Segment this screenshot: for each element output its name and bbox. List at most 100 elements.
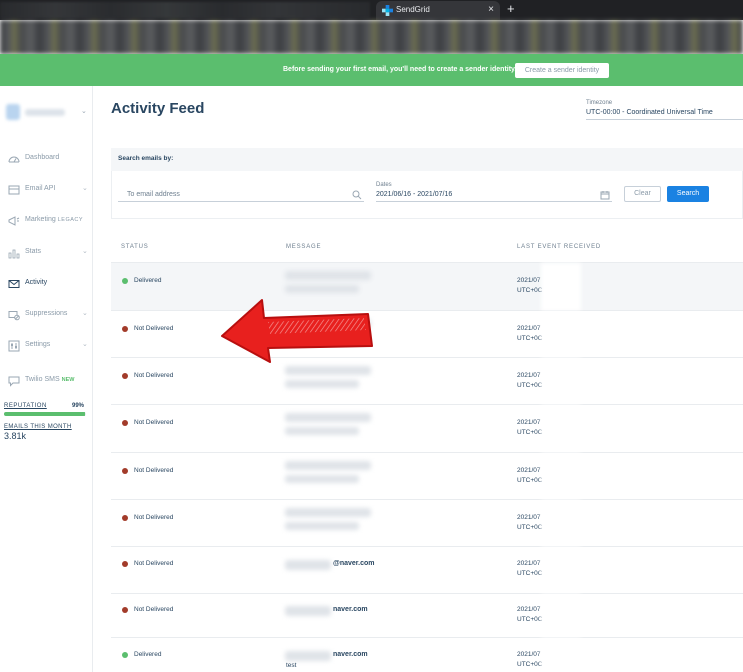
search-icon[interactable] [352,190,362,200]
status-dot-icon [122,468,128,474]
table-row[interactable]: Not Delivered naver.com 2021/07 UTC+0C [111,593,743,638]
sidebar-item-label: Twilio SMS NEW [25,376,74,383]
sidebar-item-label: Dashboard [25,154,60,161]
table-row[interactable]: Not Delivered 2021/07 UTC+0C [111,357,743,405]
column-header-last-event: LAST EVENT RECEIVED [517,244,602,250]
message-blurred [285,651,331,661]
message-blurred [285,427,359,435]
table-row[interactable]: Delivered 2021/07 UTC+0C [111,262,743,311]
sidebar-item-stats[interactable]: Stats ⌄ [8,245,92,261]
twilio-sms-label: Twilio SMS [25,376,60,383]
account-name-blurred [25,109,65,116]
event-timezone: UTC+0C [517,477,543,484]
sidebar-item-twilio-sms[interactable]: Twilio SMS NEW [8,373,92,389]
status-dot-icon [122,420,128,426]
redaction-strip [541,311,581,358]
redaction-strip [541,594,581,638]
message-recipient[interactable]: naver.com [333,606,368,613]
status-dot-icon [122,373,128,379]
status-text: Not Delivered [134,606,174,613]
search-button[interactable]: Search [667,186,709,202]
message-recipient[interactable]: @naver.com [333,560,374,567]
tab-close-button[interactable]: × [488,4,494,16]
redaction-strip [541,547,581,594]
redaction-strip [541,263,581,311]
event-date: 2021/07 [517,560,541,567]
bar-chart-icon [8,249,20,259]
speedometer-icon [8,156,20,163]
new-tab-button[interactable]: + [507,2,515,16]
emails-this-month-label[interactable]: EMAILS THIS MONTH [4,424,72,430]
redaction-strip [541,405,581,453]
status-dot-icon [122,515,128,521]
blurred-toolbar [0,20,743,54]
event-timezone: UTC+0C [517,382,543,389]
message-blurred [285,380,359,388]
sidebar-item-suppressions[interactable]: Suppressions ⌄ [8,307,92,323]
clear-button[interactable]: Clear [624,186,661,202]
sidebar-item-settings[interactable]: Settings ⌄ [8,338,92,354]
status-dot-icon [122,326,128,332]
message-recipient[interactable]: naver.com [333,651,368,658]
status-text: Not Delivered [134,372,174,379]
blurred-tabs [0,2,370,18]
event-date: 2021/07 [517,419,541,426]
table-row[interactable]: Not Delivered 2021/07 UTC+0C [111,499,743,547]
sidebar-item-marketing[interactable]: Marketing LEGACY [8,213,92,229]
email-search-input[interactable]: To email address [127,191,180,198]
table-row[interactable]: Delivered naver.com test 2021/07 UTC+0C [111,637,743,672]
tab-title: SendGrid [396,5,430,14]
dates-label: Dates [376,182,392,188]
sidebar-item-activity[interactable]: Activity [8,276,92,292]
timezone-label: Timezone [586,100,613,106]
column-header-status: STATUS [121,244,149,250]
chevron-down-icon[interactable]: ⌄ [81,107,87,115]
sidebar-item-email-api[interactable]: Email API ⌄ [8,182,92,198]
message-blurred [285,522,359,530]
redaction-strip [541,453,581,500]
account-logo-icon [6,104,20,120]
emails-this-month-value: 3.81k [4,431,27,441]
event-date: 2021/07 [517,467,541,474]
marketing-label: Marketing [25,216,56,223]
table-row[interactable]: Not Delivered 2021/07 UTC+0C [111,452,743,500]
table-row[interactable]: Not Delivered 2021/07 UTC+0C [111,404,743,453]
message-blurred [285,560,331,570]
calendar-icon[interactable] [600,190,610,200]
browser-tab[interactable]: SendGrid × [376,1,500,20]
megaphone-icon [8,216,20,226]
email-input-underline [118,201,364,202]
reputation-value: 99% [72,403,85,409]
email-api-icon [8,185,20,195]
suppressions-icon [8,311,20,321]
message-blurred [285,461,371,470]
column-header-message: MESSAGE [286,244,322,250]
sidebar-item-label: Activity [25,279,48,286]
event-timezone: UTC+0C [517,335,543,342]
timezone-select[interactable]: UTC-00:00 - Coordinated Universal Time [586,109,713,116]
event-timezone: UTC+0C [517,616,543,623]
sidebar-item-dashboard[interactable]: Dashboard [8,151,92,167]
sidebar-item-label: Suppressions [25,310,68,317]
redaction-strip [541,500,581,547]
status-dot-icon [122,561,128,567]
sidebar-item-label: Marketing LEGACY [25,216,83,223]
message-blurred [285,413,371,422]
search-panel-title: Search emails by: [118,155,174,162]
date-range-input[interactable]: 2021/06/16 - 2021/07/16 [376,191,452,198]
sidebar-item-label: Email API [25,185,56,192]
create-sender-identity-button[interactable]: Create a sender identity [515,63,609,78]
reputation-label[interactable]: REPUTATION [4,403,47,409]
status-text: Not Delivered [134,419,174,426]
status-dot-icon [122,652,128,658]
new-tag: NEW [61,377,75,383]
account-switcher[interactable] [6,102,66,122]
status-text: Not Delivered [134,467,174,474]
table-row[interactable]: Not Delivered @naver.com 2021/07 UTC+0C [111,546,743,594]
message-subject: test [286,662,297,669]
event-timezone: UTC+0C [517,661,543,668]
table-row[interactable]: Not Delivered 2021/07 UTC+0C [111,310,743,358]
chevron-down-icon: ⌄ [82,341,88,348]
date-input-underline [376,201,612,202]
event-timezone: UTC+0C [517,570,543,577]
